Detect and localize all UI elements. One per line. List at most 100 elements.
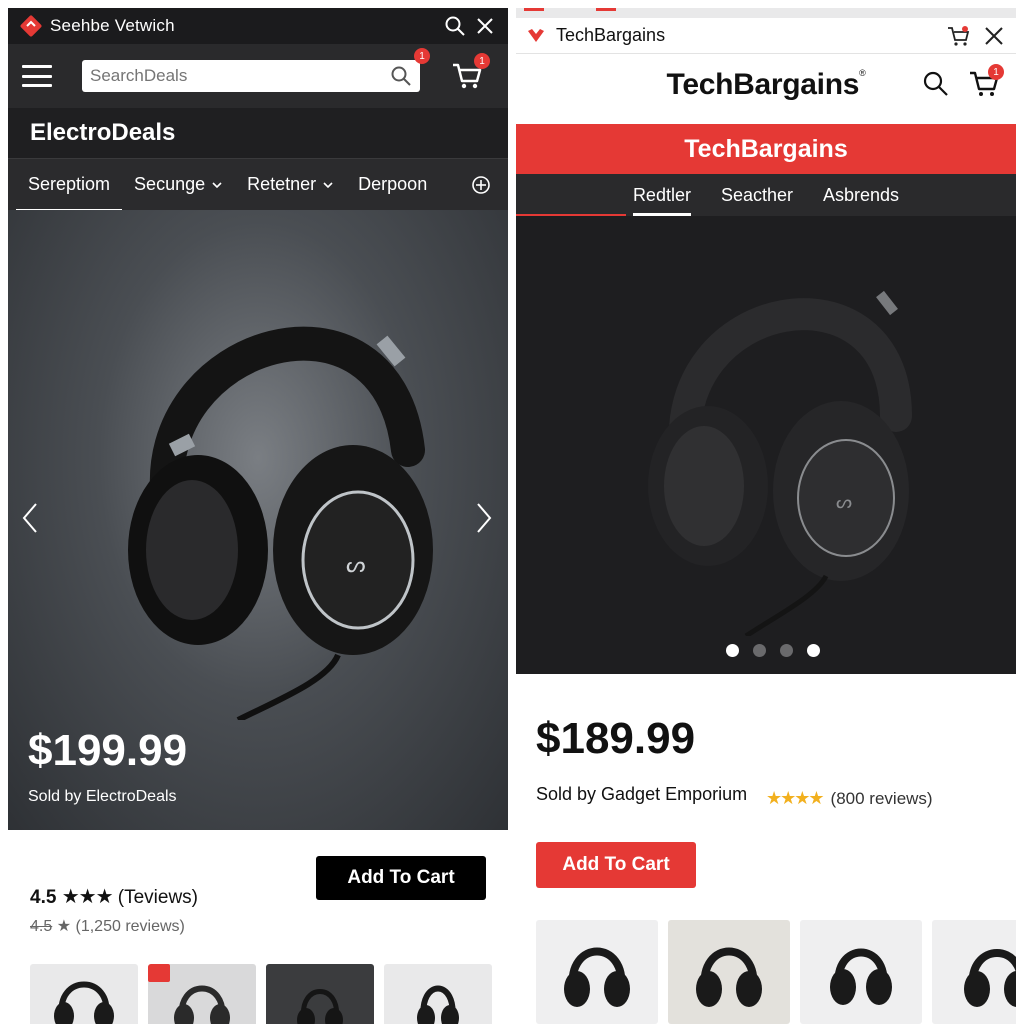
chevron-down-icon [323, 181, 333, 188]
svg-text:ᔕ: ᔕ [836, 492, 852, 513]
category-tabs: Redtler Seacther Asbrends [516, 174, 1016, 216]
headphones-thumb-image [830, 948, 892, 1005]
brand-logo-text: TechBargains® [667, 68, 866, 102]
rating-value: 4.5 [30, 918, 53, 935]
window-title: Seehbe Vetwich [50, 16, 175, 35]
carousel-dots [726, 644, 820, 657]
rating-stars: ★★★★ [766, 788, 825, 808]
add-to-cart-button[interactable]: Add To Cart [316, 856, 486, 900]
thumbnail[interactable] [800, 920, 922, 1024]
thumbnail[interactable] [932, 920, 1016, 1024]
rating-star: ★ [56, 918, 72, 935]
tab-label: Asbrends [823, 184, 900, 205]
thumbnail-strip [536, 920, 1016, 1024]
rating-stars: ★★★ [61, 886, 114, 908]
add-to-cart-button[interactable]: Add To Cart [536, 842, 696, 888]
carousel-prev-arrow[interactable] [18, 500, 42, 536]
thumbnail[interactable] [384, 964, 492, 1024]
rating-summary: 4.5 ★★★ (Teviews) [30, 884, 198, 909]
brand-name: TechBargains [666, 68, 860, 101]
chevron-down-icon [212, 181, 222, 188]
tab-secunge[interactable]: Secunge [122, 159, 235, 211]
search-input[interactable] [90, 66, 390, 86]
tab-label: Redtler [632, 184, 691, 205]
thumbnail[interactable] [536, 920, 658, 1024]
headphones-thumb-image [54, 981, 114, 1024]
left-app-panel: Seehbe Vetwich 1 1 [8, 8, 508, 1024]
tab-seacther[interactable]: Seacther [721, 174, 793, 216]
search-bar: 1 [82, 48, 430, 92]
headphones-thumb-image [297, 989, 343, 1024]
tab-asbrends[interactable]: Asbrends [823, 174, 899, 216]
svg-text:ᔕ: ᔕ [346, 553, 366, 578]
thumbnail-tag-icon [148, 964, 170, 982]
right-window-titlebar: TechBargains [516, 18, 1016, 54]
headphones-image: ᔕ [128, 326, 433, 720]
product-price: $199.99 [28, 726, 188, 775]
carousel-next-arrow[interactable] [472, 500, 496, 536]
add-circle-icon[interactable] [470, 174, 492, 196]
thumbnail[interactable] [266, 964, 374, 1024]
thumbnail[interactable] [30, 964, 138, 1024]
close-icon[interactable] [474, 15, 496, 37]
top-strip [516, 8, 1016, 18]
rating-summary: ★★★★ (800 reviews) [766, 788, 933, 809]
tab-retetner[interactable]: Retetner [235, 159, 346, 211]
product-price: $189.99 [536, 714, 696, 763]
cart-button[interactable]: 1 [450, 53, 490, 93]
search-icon[interactable] [922, 70, 950, 98]
headphones-thumb-image [964, 949, 1016, 1007]
close-icon[interactable] [982, 25, 1006, 47]
app-logo-icon [20, 15, 42, 37]
brand-bar: ElectroDeals [8, 108, 508, 158]
carousel-dot[interactable] [753, 644, 766, 657]
seller-name: Sold by ElectroDeals [28, 788, 177, 805]
carousel-dot[interactable] [807, 644, 820, 657]
tab-label: Secunge [134, 174, 206, 194]
tab-derpoon[interactable]: Derpoon [346, 159, 439, 211]
cart-button[interactable]: 1 [968, 64, 1004, 100]
review-count: (1,250 reviews) [75, 918, 185, 935]
tab-label: Sereptiom [28, 174, 111, 194]
category-tabs: Sereptiom Secunge Retetner Derpoon [8, 158, 508, 211]
tab-sereptiom[interactable]: Sereptiom [16, 159, 123, 211]
thumbnail[interactable] [668, 920, 790, 1024]
search-icon[interactable] [390, 65, 412, 87]
carousel-dot[interactable] [726, 644, 739, 657]
left-window-titlebar: Seehbe Vetwich [8, 8, 508, 44]
brand-banner: TechBargains [516, 124, 1016, 174]
product-actions: Add To Cart 4.5 ★★★ (Teviews) 4.5 ★ (1,2… [8, 830, 508, 1024]
product-hero: ᔕ [516, 216, 1016, 674]
brand-name: ElectroDeals [30, 119, 176, 146]
cart-icon[interactable] [946, 25, 970, 47]
cart-badge: 1 [988, 64, 1004, 80]
right-header: TechBargains® 1 [516, 54, 1016, 116]
tab-label: Seacther [720, 184, 794, 205]
review-count: (800 reviews) [830, 788, 933, 808]
left-header: 1 1 [8, 44, 508, 108]
headphones-image: ᔕ [648, 290, 912, 636]
rating-reviews: (Teviews) [117, 887, 199, 908]
product-hero: ᔕ $199.99 Sold by ElectroDeals [8, 210, 508, 830]
registered-mark: ® [859, 68, 866, 78]
tab-label: Retetner [247, 174, 317, 194]
heart-logo-icon [528, 28, 544, 42]
headphones-thumb-image [417, 985, 459, 1024]
headphones-thumb-image [696, 947, 762, 1007]
tab-redtler[interactable]: Redtler [632, 174, 691, 216]
window-title: TechBargains [556, 25, 666, 45]
thumbnail[interactable] [148, 964, 256, 1024]
search-icon[interactable] [444, 15, 466, 37]
right-app-panel: TechBargains TechBargains® 1 TechBargain… [516, 8, 1016, 1024]
banner-brand-name: TechBargains [684, 134, 848, 163]
carousel-dot[interactable] [780, 644, 793, 657]
menu-icon[interactable] [22, 65, 52, 87]
thumbnail-strip [30, 964, 492, 1024]
tab-label: Derpoon [358, 174, 428, 194]
cart-badge: 1 [474, 53, 490, 69]
rating-detail: 4.5 ★ (1,250 reviews) [30, 916, 185, 936]
rating-value: 4.5 [30, 887, 57, 908]
search-notification-badge: 1 [414, 48, 430, 64]
headphones-thumb-image [564, 947, 630, 1007]
seller-name: Sold by Gadget Emporium [536, 784, 748, 804]
